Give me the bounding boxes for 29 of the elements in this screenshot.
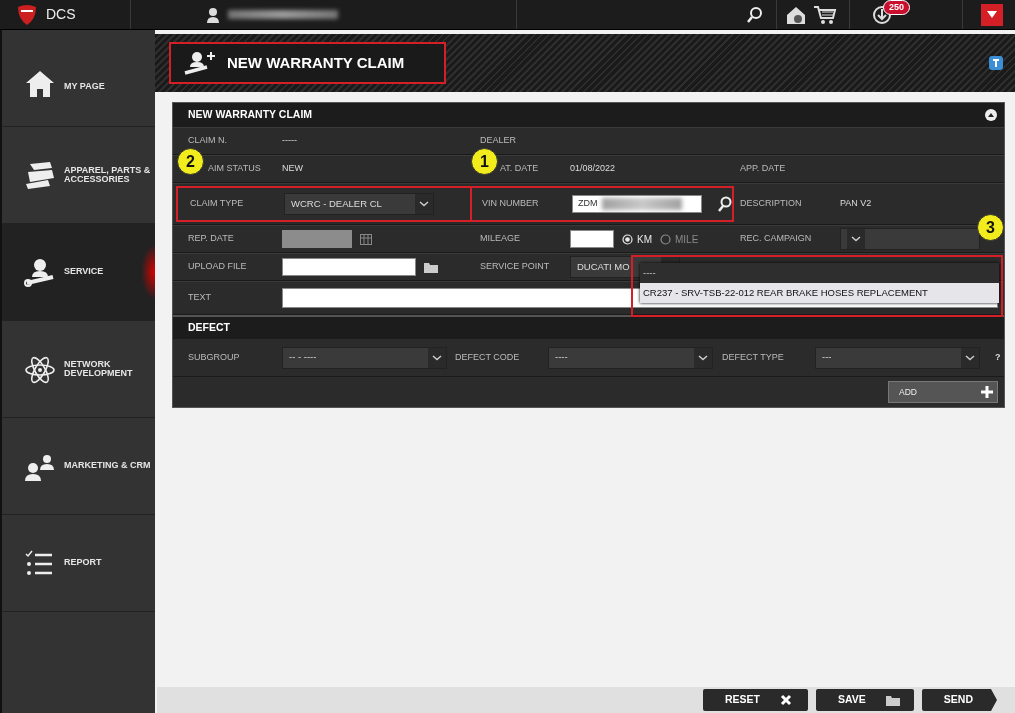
field-label: MILEAGE	[480, 232, 521, 246]
field-label: TEXT	[188, 291, 212, 305]
callout-marker: 2	[177, 148, 204, 175]
field-label: APP. DATE	[740, 162, 787, 176]
callout-marker: 1	[471, 148, 498, 175]
field-value: NEW	[282, 162, 304, 176]
field-label: AIM STATUS	[207, 162, 262, 176]
field-label: AT. DATE	[499, 162, 540, 176]
brand-name: DCS	[46, 5, 76, 24]
field-label: REP. DATE	[188, 232, 235, 246]
field-label: DEFECT TYPE	[722, 350, 785, 364]
field-label: REC. CAMPAIGN	[740, 232, 813, 246]
field-value: 01/08/2022	[570, 162, 617, 176]
section-title: DEFECT	[188, 320, 230, 336]
field-label: CLAIM TYPE	[190, 197, 245, 211]
panel-title: NEW WARRANTY CLAIM	[188, 107, 313, 123]
field-value: -----	[282, 134, 298, 148]
field-label: SERVICE POINT	[480, 260, 551, 274]
field-label: CLAIM N.	[188, 134, 228, 148]
field-label: DEALER	[480, 134, 517, 148]
field-label: SUBGROUP	[188, 350, 241, 364]
notification-badge: 250	[883, 0, 911, 15]
field-label: DESCRIPTION	[740, 197, 803, 211]
field-label: DEFECT CODE	[455, 350, 521, 364]
callout-marker: 3	[977, 214, 1004, 241]
field-label: VIN NUMBER	[482, 197, 540, 211]
field-value: PAN V2	[840, 197, 873, 211]
field-label: UPLOAD FILE	[188, 260, 248, 274]
page-title: NEW WARRANTY CLAIM	[169, 42, 447, 84]
